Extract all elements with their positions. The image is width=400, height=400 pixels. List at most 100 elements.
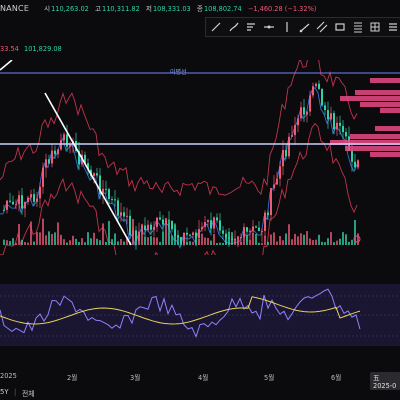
- candle-body: [345, 132, 347, 137]
- candle-body: [210, 220, 212, 229]
- volume-bar: [66, 242, 68, 245]
- candle-body: [204, 222, 206, 227]
- candle-body: [93, 173, 95, 177]
- candle-body: [303, 107, 305, 115]
- x-tick-apr: 4월: [198, 374, 209, 382]
- line-tool-icon[interactable]: [208, 19, 224, 35]
- candle-body: [273, 184, 275, 189]
- candle-body: [105, 188, 107, 190]
- volume-bar: [231, 232, 233, 245]
- volume-bar: [192, 241, 194, 245]
- volume-bar: [216, 242, 218, 245]
- range-5y-button[interactable]: 5Y: [0, 388, 8, 396]
- volume-bar: [111, 239, 113, 245]
- candle-body: [156, 217, 158, 227]
- candle-body: [6, 200, 8, 210]
- candle-body: [36, 198, 38, 202]
- volume-bar: [264, 235, 266, 245]
- volume-bar: [201, 233, 203, 245]
- volume-bar: [219, 242, 221, 245]
- candle-body: [66, 134, 68, 147]
- indicator-value-a: 33.54: [0, 45, 19, 53]
- candle-body: [342, 125, 344, 133]
- volume-bar: [279, 236, 281, 245]
- candle-body: [315, 83, 317, 87]
- candle-body: [312, 86, 314, 96]
- volume-bar: [225, 233, 227, 245]
- volume-bar: [321, 241, 323, 245]
- volume-bar: [93, 232, 95, 245]
- candle-body: [282, 150, 284, 167]
- volume-bar: [336, 240, 338, 245]
- volume-bar: [303, 234, 305, 245]
- volume-bar: [318, 234, 320, 245]
- change-value: −1,460.28 (−1.32%): [247, 5, 317, 13]
- volume-profile-bar: [340, 96, 400, 101]
- candle-body: [114, 199, 116, 201]
- volume-bar: [243, 236, 245, 245]
- rectangle-icon[interactable]: [332, 19, 348, 35]
- volume-bar: [276, 241, 278, 245]
- range-bar: 5Y | 전체: [0, 388, 35, 398]
- oscillator-pane[interactable]: [0, 280, 400, 370]
- volume-bar: [270, 234, 272, 245]
- volume-profile-bar: [345, 146, 400, 151]
- volume-bar: [300, 233, 302, 245]
- volume-bar: [309, 238, 311, 245]
- candle-body: [18, 195, 20, 205]
- volume-profile-bar: [375, 126, 400, 131]
- menu-icon[interactable]: [385, 19, 400, 35]
- candle-body: [261, 230, 263, 232]
- candle-body: [147, 224, 149, 231]
- volume-bar: [9, 241, 11, 245]
- sort-lines-icon[interactable]: [243, 19, 259, 35]
- candle-body: [285, 150, 287, 157]
- volume-bar: [288, 224, 290, 245]
- range-all-button[interactable]: 전체: [22, 388, 35, 398]
- volume-bar: [159, 241, 161, 245]
- volume-bar: [27, 242, 29, 245]
- volume-profile-bar: [360, 102, 400, 107]
- low-label: 저: [145, 5, 152, 13]
- candle-body: [270, 188, 272, 216]
- candle-body: [339, 122, 341, 126]
- volume-bar: [198, 238, 200, 245]
- candle-body: [126, 215, 128, 217]
- vertical-line-icon[interactable]: [279, 19, 295, 35]
- volume-bar: [357, 233, 359, 245]
- ray-icon[interactable]: [297, 19, 313, 35]
- candle-body: [48, 159, 50, 164]
- volume-bar: [147, 237, 149, 245]
- candle-body: [216, 217, 218, 221]
- volume-bar: [90, 238, 92, 245]
- candle-body: [96, 173, 98, 176]
- candle-body: [138, 231, 140, 241]
- candle-body: [33, 194, 35, 202]
- candle-body: [168, 219, 170, 221]
- candle-body: [243, 227, 245, 237]
- candle-body: [195, 232, 197, 239]
- volume-bar: [63, 239, 65, 245]
- candle-body: [120, 212, 122, 216]
- parallel-channel-icon[interactable]: [314, 19, 330, 35]
- volume-bar: [18, 223, 20, 245]
- volume-bar: [324, 242, 326, 245]
- price-chart[interactable]: [0, 60, 400, 255]
- candle-body: [45, 159, 47, 168]
- exchange-label: NANCE: [0, 4, 30, 13]
- horizontal-line-icon[interactable]: [261, 19, 277, 35]
- volume-bar: [228, 231, 230, 245]
- volume-bar: [273, 232, 275, 245]
- volume-bar: [186, 241, 188, 245]
- volume-bar: [81, 238, 83, 245]
- volume-bar: [156, 237, 158, 245]
- candle-body: [240, 236, 242, 239]
- volume-bar: [123, 241, 125, 245]
- candle-body: [279, 166, 281, 179]
- grid-icon[interactable]: [368, 19, 384, 35]
- volume-bar: [45, 235, 47, 245]
- indicator-value-b: 101,829.08: [24, 45, 62, 53]
- fib-icon[interactable]: [350, 19, 366, 35]
- volume-bar: [108, 220, 110, 245]
- brush-icon[interactable]: [226, 19, 242, 35]
